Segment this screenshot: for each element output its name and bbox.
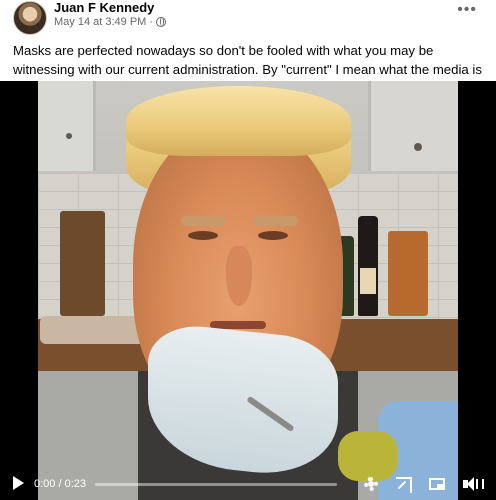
play-icon[interactable] [13,476,24,490]
bottle [358,216,378,316]
cabinet-knob [66,133,72,139]
right-eye [258,231,288,240]
globe-icon[interactable] [156,17,166,27]
progress-track[interactable] [95,483,337,486]
settings-gear-icon[interactable] [362,475,380,493]
hair-front [126,86,351,156]
nose [226,246,252,306]
right-brow [253,216,298,226]
left-brow [181,216,226,226]
plate [40,316,150,344]
post-header: Juan F Kennedy May 14 at 3:49 PM · ••• [0,0,496,36]
video-frame[interactable] [38,81,458,500]
left-eye [188,231,218,240]
post-timestamp[interactable]: May 14 at 3:49 PM [54,16,146,28]
expand-icon[interactable] [394,475,412,493]
author-avatar[interactable] [13,1,47,35]
knife-block [60,211,105,316]
video-controls: 0:00 / 0:23 [0,470,496,500]
meta-separator: · [149,16,153,28]
cabinet-knob [414,143,422,151]
bottle-label [360,268,376,294]
utensil-crate [388,231,428,316]
author-name[interactable]: Juan F Kennedy [54,0,154,15]
time-display: 0:00 / 0:23 [34,478,86,490]
upper-cabinet-left [38,81,96,171]
video-player[interactable]: 0:00 / 0:23 [0,81,496,500]
more-options-button[interactable]: ••• [457,2,477,18]
post-meta: May 14 at 3:49 PM · [54,16,166,28]
upper-cabinet-right [368,81,458,171]
picture-in-picture-icon[interactable] [428,475,446,493]
volume-waves-icon [476,479,484,489]
